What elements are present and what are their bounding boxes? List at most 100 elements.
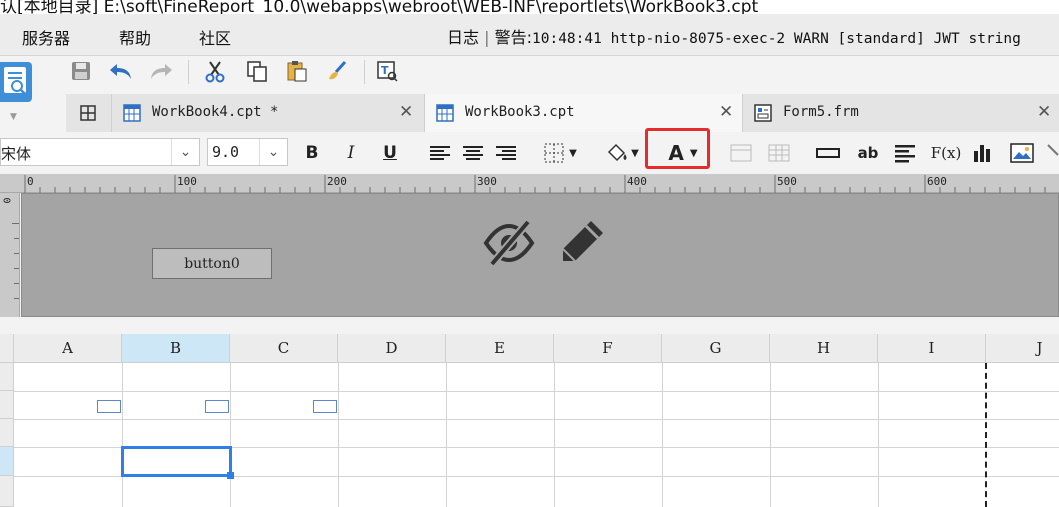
workbook-icon (123, 104, 141, 122)
cell-widget-marker[interactable] (97, 400, 121, 413)
menu-server[interactable]: 服务器 (22, 25, 70, 49)
paint-bucket-icon (608, 143, 627, 162)
column-header-a[interactable]: A (14, 334, 122, 363)
save-icon[interactable] (68, 58, 94, 84)
button0-widget[interactable]: button0 (152, 248, 272, 279)
redo-icon[interactable] (148, 58, 174, 84)
log-status[interactable]: 日志 | 警告:10:48:41 http-nio-8075-exec-2 WA… (447, 24, 1021, 48)
spreadsheet-grid[interactable]: A B C D E F G H I J (0, 334, 1059, 507)
report-search-icon (4, 67, 26, 95)
svg-text:T: T (381, 64, 389, 77)
column-gridline (878, 363, 879, 507)
ruler-ticks (24, 175, 1046, 193)
row-header[interactable] (0, 363, 14, 391)
row-gridline (14, 419, 1059, 420)
underline-button[interactable]: U (380, 140, 400, 166)
insert-text-field-icon[interactable] (816, 140, 840, 166)
column-header-g[interactable]: G (662, 334, 770, 363)
fill-handle[interactable] (227, 472, 234, 479)
tab-workbook4[interactable]: WorkBook4.cpt * ✕ (112, 94, 425, 132)
column-header-e[interactable]: E (446, 334, 554, 363)
log-label: 日志 (447, 28, 480, 47)
toolbar-separator (364, 60, 365, 84)
fill-color-button[interactable]: ▼ (600, 140, 644, 166)
pencil-icon[interactable] (557, 217, 607, 267)
unmerge-cells-icon (768, 140, 790, 166)
copy-icon[interactable] (244, 58, 270, 84)
format-toolbar: 宋体 ⌄ 9.0 ⌄ B I U ▼ ▼ A ▼ ab F(x) (0, 135, 1059, 171)
font-size-value: 9.0 (212, 143, 240, 161)
align-left-icon[interactable] (428, 140, 452, 166)
ruler-label: 500 (777, 175, 797, 188)
selected-cell[interactable] (121, 446, 232, 477)
cell-widget-marker[interactable] (205, 400, 229, 413)
ruler-label: 200 (327, 175, 347, 188)
tab-form5[interactable]: Form5.frm ✕ (743, 94, 1059, 132)
column-header-i[interactable]: I (878, 334, 986, 363)
row-header[interactable] (0, 447, 14, 476)
insert-image-icon[interactable] (1009, 140, 1035, 166)
font-color-highlight-box (645, 128, 710, 169)
form-icon (754, 104, 772, 122)
cell-widget-marker[interactable] (313, 400, 337, 413)
italic-button[interactable]: I (341, 140, 361, 166)
eye-slash-icon[interactable] (482, 216, 536, 270)
column-gridline (446, 363, 447, 507)
paste-icon[interactable] (284, 58, 310, 84)
insert-text-button[interactable]: ab (856, 140, 880, 166)
align-right-icon[interactable] (494, 140, 518, 166)
chevron-down-icon[interactable]: ⌄ (171, 139, 199, 165)
text-align-icon[interactable] (893, 140, 917, 166)
column-gridline (554, 363, 555, 507)
corner-header[interactable] (0, 334, 14, 363)
column-gridline (230, 363, 231, 507)
row-header[interactable] (0, 476, 14, 507)
chevron-down-icon[interactable]: ▼ (10, 112, 17, 122)
row-gridline (14, 391, 1059, 392)
ruler-label: 0 (27, 175, 34, 188)
form-canvas[interactable]: button0 (21, 193, 1059, 317)
align-center-icon[interactable] (461, 140, 485, 166)
ruler-label: 600 (927, 175, 947, 188)
column-gridline (122, 363, 123, 507)
column-header-f[interactable]: F (554, 334, 662, 363)
ruler-label: 100 (177, 175, 197, 188)
column-gridline (662, 363, 663, 507)
column-header-c[interactable]: C (230, 334, 338, 363)
row-header[interactable] (0, 419, 14, 447)
bold-button[interactable]: B (302, 140, 322, 166)
format-painter-icon[interactable] (324, 58, 350, 84)
template-tabs: WorkBook4.cpt * ✕ WorkBook3.cpt ✕ Form5.… (66, 94, 1059, 132)
insert-formula-button[interactable]: F(x) (931, 140, 962, 166)
close-icon[interactable]: ✕ (719, 102, 733, 122)
column-gridline (770, 363, 771, 507)
column-header-h[interactable]: H (770, 334, 878, 363)
column-header-d[interactable]: D (338, 334, 446, 363)
border-button[interactable]: ▼ (540, 140, 580, 166)
font-family-select[interactable]: 宋体 ⌄ (0, 138, 200, 166)
menu-help[interactable]: 帮助 (119, 25, 151, 49)
template-param-icon[interactable]: T (374, 58, 400, 84)
font-size-select[interactable]: 9.0 ⌄ (207, 138, 288, 166)
chevron-down-icon[interactable]: ⌄ (259, 139, 287, 165)
chevron-down-icon: ▼ (569, 147, 577, 159)
font-family-value: 宋体 (1, 145, 32, 163)
ruler-label: 400 (627, 175, 647, 188)
close-icon[interactable]: ✕ (1037, 102, 1051, 122)
tab-workbook3[interactable]: WorkBook3.cpt ✕ (425, 94, 743, 132)
more-tools-icon[interactable] (1046, 140, 1059, 166)
menu-community[interactable]: 社区 (199, 25, 231, 49)
tab-new-template[interactable] (66, 94, 112, 132)
close-icon[interactable]: ✕ (399, 102, 413, 122)
app-menu-button[interactable] (0, 62, 32, 102)
insert-chart-icon[interactable] (971, 140, 995, 166)
column-header-j[interactable]: J (986, 334, 1059, 363)
workbook-icon (436, 104, 454, 122)
menu-bar: 服务器 帮助 社区 日志 | 警告:10:48:41 http-nio-8075… (0, 14, 1059, 56)
undo-icon[interactable] (108, 58, 134, 84)
column-header-b[interactable]: B (122, 334, 230, 363)
horizontal-ruler: 0 100 200 300 400 500 600 (0, 174, 1059, 193)
cut-icon[interactable] (202, 58, 228, 84)
new-grid-icon (80, 105, 96, 121)
row-header[interactable] (0, 391, 14, 419)
